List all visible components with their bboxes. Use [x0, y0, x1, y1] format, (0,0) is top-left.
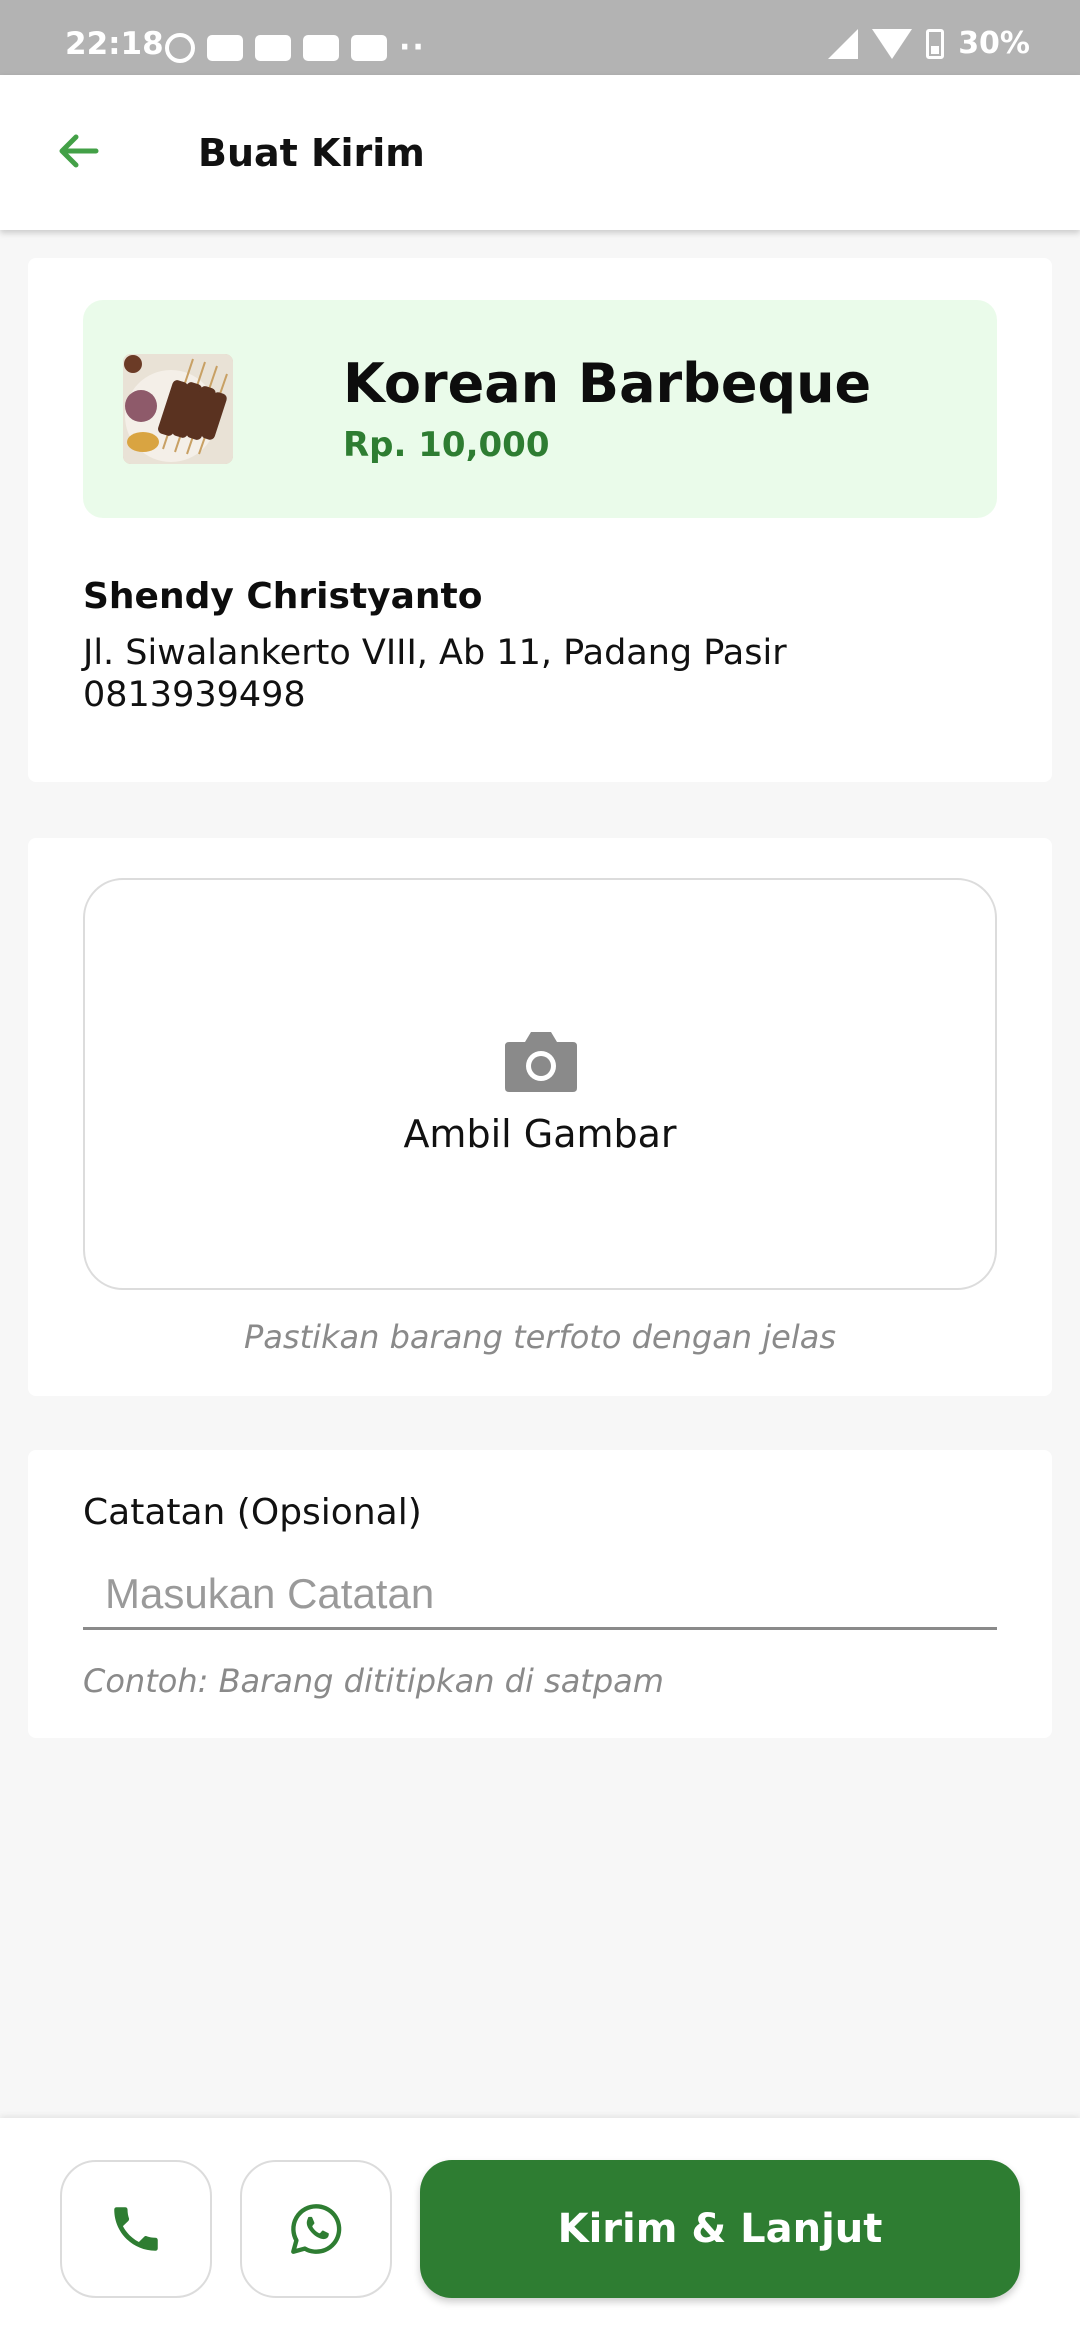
news-icon: [303, 34, 339, 61]
recipient-phone: 0813939498: [83, 675, 306, 715]
gmail-icon: [255, 34, 291, 61]
product-price: Rp. 10,000: [343, 425, 550, 465]
take-photo-label: Ambil Gambar: [403, 1112, 677, 1156]
page-title: Buat Kirim: [198, 131, 425, 175]
notes-label: Catatan (Opsional): [83, 1492, 422, 1533]
app-bar: Buat Kirim: [0, 75, 1080, 230]
notification-icons: ··: [165, 30, 426, 65]
battery-icon: [926, 28, 945, 59]
whatsapp-icon: [291, 2204, 342, 2254]
wifi-icon: [872, 28, 913, 59]
youtube-icon: [351, 34, 387, 61]
recipient-address: Jl. Siwalankerto VIII, Ab 11, Padang Pas…: [83, 633, 787, 673]
system-indicators: 30%: [828, 26, 1030, 61]
order-card: Korean Barbeque Rp. 10,000 Shendy Christ…: [28, 258, 1052, 782]
phone-icon: [114, 2207, 158, 2251]
notes-card: Catatan (Opsional) Contoh: Barang dititi…: [28, 1450, 1052, 1738]
bottom-action-bar: Kirim & Lanjut: [0, 2118, 1080, 2340]
signal-icon: [828, 28, 859, 59]
status-time: 22:18: [65, 26, 164, 62]
arrow-left-icon: [59, 134, 99, 168]
camera-icon: [505, 1032, 577, 1092]
alarm-icon: [165, 32, 195, 63]
notes-input[interactable]: [83, 1560, 997, 1630]
status-bar: 22:18 ·· 30%: [0, 0, 1080, 75]
battery-level: 30%: [958, 26, 1030, 61]
notes-hint: Contoh: Barang dititipkan di satpam: [83, 1662, 664, 1700]
product-name: Korean Barbeque: [343, 352, 872, 415]
recipient-name: Shendy Christyanto: [83, 576, 483, 617]
call-button[interactable]: [60, 2160, 212, 2298]
back-button[interactable]: [50, 123, 106, 179]
photo-hint: Pastikan barang terfoto dengan jelas: [244, 1318, 836, 1356]
product-summary: Korean Barbeque Rp. 10,000: [83, 300, 997, 518]
product-thumbnail: [123, 354, 233, 464]
take-photo-button[interactable]: Ambil Gambar: [83, 878, 997, 1290]
youtube-icon: [207, 34, 243, 61]
more-dots-icon: ··: [399, 30, 426, 65]
submit-button[interactable]: Kirim & Lanjut: [420, 2160, 1020, 2298]
photo-card: Ambil Gambar Pastikan barang terfoto den…: [28, 838, 1052, 1396]
whatsapp-button[interactable]: [240, 2160, 392, 2298]
